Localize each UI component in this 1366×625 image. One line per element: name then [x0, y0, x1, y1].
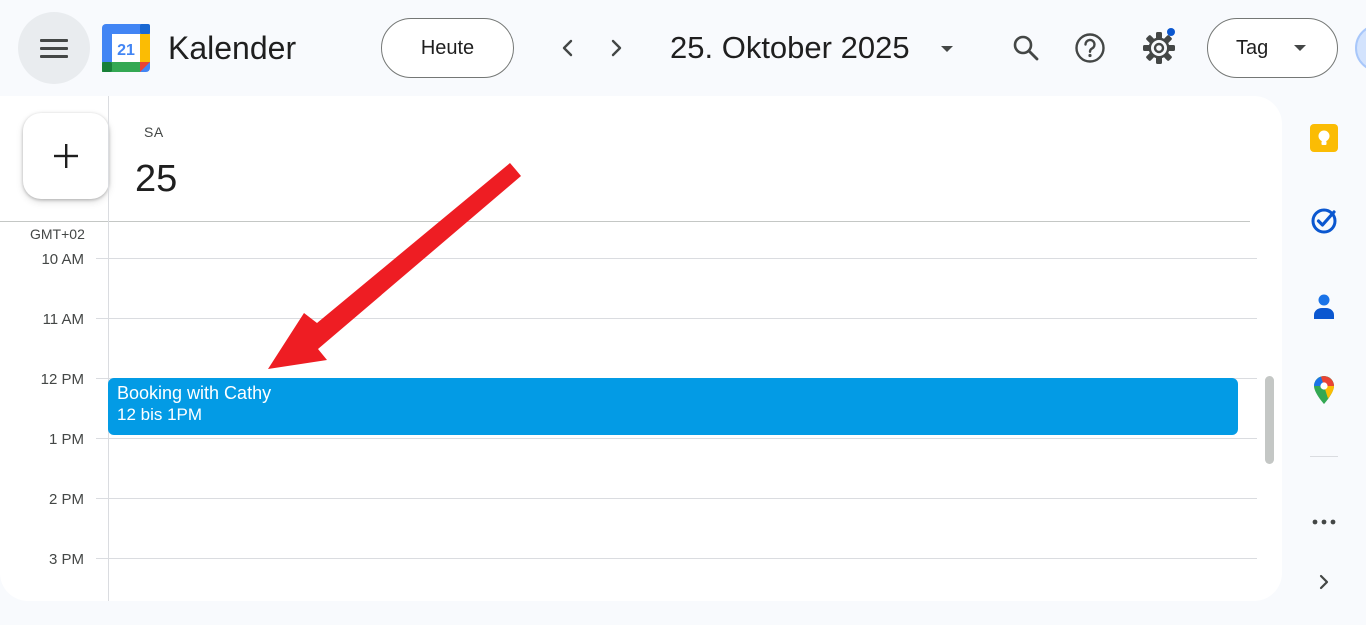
tasks-button[interactable]: [1308, 204, 1340, 236]
expand-side-panel-button[interactable]: [1312, 568, 1336, 596]
day-column-divider: [108, 96, 109, 601]
more-horizontal-icon: [1312, 519, 1336, 525]
app-title: Kalender: [168, 30, 297, 66]
hamburger-menu-icon: [40, 39, 68, 58]
event-title: Booking with Cathy: [117, 383, 272, 403]
header-divider: [0, 221, 1250, 222]
caret-down-icon: [1294, 44, 1307, 51]
weekday-label: SA: [144, 124, 164, 140]
logo-day: 21: [117, 42, 135, 59]
chevron-left-icon: [562, 39, 573, 57]
settings-notification-dot: [1167, 28, 1175, 36]
view-switcher-label: Tag: [1236, 36, 1269, 59]
timezone-label: GMT+02: [30, 226, 85, 242]
day-number[interactable]: 25: [135, 156, 177, 202]
current-date-title[interactable]: 25. Oktober 2025: [670, 28, 910, 68]
hour-label: 2 PM: [48, 491, 84, 508]
hour-line: [96, 318, 1257, 319]
keep-button[interactable]: [1308, 122, 1340, 154]
scrollbar-thumb[interactable]: [1265, 376, 1274, 464]
hour-label: 1 PM: [48, 431, 84, 448]
maps-icon: [1314, 376, 1334, 404]
hour-line: [96, 558, 1257, 559]
event-booking-with-cathy[interactable]: Booking with Cathy 12 bis 1PM: [108, 378, 1238, 435]
chevron-right-icon: [1319, 574, 1329, 590]
gear-icon: [1143, 32, 1175, 64]
day-view-panel: SA 25 GMT+02 10 AM 11 AM 12 PM 1 PM 2 PM…: [0, 96, 1282, 601]
tasks-icon: [1311, 208, 1337, 234]
google-calendar-logo[interactable]: 21: [102, 24, 150, 72]
hour-label: 3 PM: [48, 551, 84, 568]
more-apps-button[interactable]: [1310, 508, 1338, 536]
hour-line: [96, 438, 1257, 439]
search-icon: [1013, 35, 1039, 61]
plus-icon: [54, 144, 78, 168]
help-button[interactable]: [1068, 26, 1112, 70]
event-time: 12 bis 1PM: [117, 405, 203, 424]
side-panel-divider: [1310, 456, 1338, 457]
today-button[interactable]: Heute: [381, 18, 514, 78]
previous-day-button[interactable]: [550, 30, 586, 66]
account-avatar[interactable]: [1355, 24, 1366, 72]
create-event-button[interactable]: [23, 113, 109, 199]
keep-icon: [1310, 124, 1338, 152]
hour-line: [96, 498, 1257, 499]
main-menu-button[interactable]: [18, 12, 90, 84]
contacts-icon: [1314, 294, 1334, 319]
view-switcher-button[interactable]: Tag: [1207, 18, 1338, 78]
maps-button[interactable]: [1308, 374, 1340, 406]
hour-label: 11 AM: [42, 311, 84, 328]
next-day-button[interactable]: [598, 30, 634, 66]
help-icon: [1075, 33, 1105, 63]
hour-line: [96, 258, 1257, 259]
hour-label: 10 AM: [41, 251, 84, 268]
caret-down-icon[interactable]: [940, 40, 954, 58]
settings-button[interactable]: [1137, 26, 1181, 70]
chevron-right-icon: [611, 39, 622, 57]
hour-label: 12 PM: [40, 371, 84, 388]
calendar-app: 21 Kalender Heute 25. Oktober 2025 Tag S…: [0, 0, 1366, 625]
contacts-button[interactable]: [1308, 290, 1340, 322]
search-button[interactable]: [1004, 26, 1048, 70]
